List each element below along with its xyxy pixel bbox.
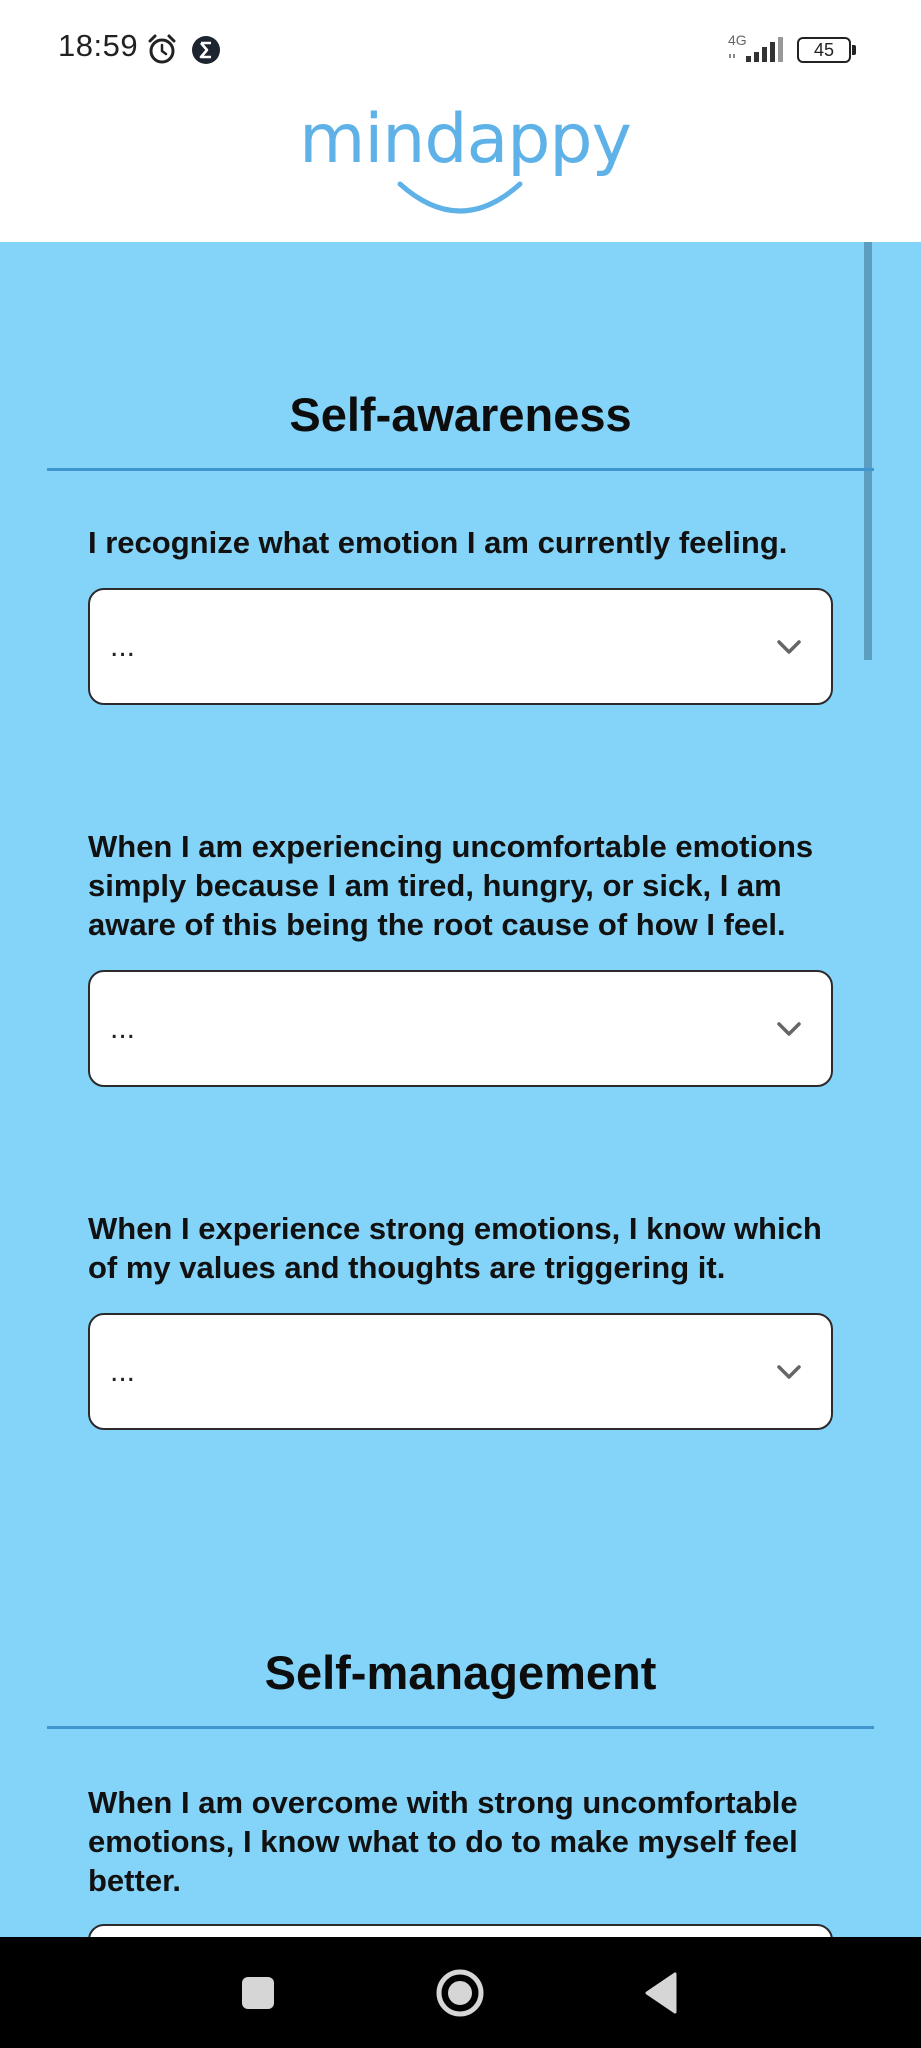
sigma-notification-icon (191, 35, 221, 70)
chevron-down-icon (776, 1020, 802, 1043)
app-logo: mindappy (299, 100, 632, 179)
question-text: When I am experiencing uncomfortable emo… (88, 829, 814, 942)
section-title-self-awareness: Self-awareness (289, 388, 632, 441)
system-nav-bar (0, 1937, 921, 2048)
answer-dropdown[interactable]: ... (88, 588, 833, 705)
questionnaire-content[interactable]: Self-awareness I recognize what emotion … (0, 242, 921, 1937)
answer-dropdown[interactable] (88, 1924, 833, 1937)
chevron-down-icon (776, 638, 802, 661)
recents-square-icon[interactable] (240, 1975, 276, 2016)
battery-icon: 45 (797, 37, 851, 63)
home-circle-icon[interactable] (435, 1968, 485, 2023)
dropdown-value: ... (110, 1355, 136, 1388)
dropdown-value: ... (110, 630, 136, 663)
question-text: I recognize what emotion I am currently … (88, 525, 788, 560)
question-text: When I experience strong emotions, I kno… (88, 1211, 822, 1285)
question-text: When I am overcome with strong uncomfort… (88, 1785, 798, 1898)
back-triangle-icon[interactable] (643, 1971, 679, 2020)
section-divider (47, 468, 874, 471)
answer-dropdown[interactable]: ... (88, 1313, 833, 1430)
app-header: mindappy (0, 100, 921, 242)
chevron-down-icon (776, 1363, 802, 1386)
section-title-self-management: Self-management (264, 1646, 657, 1699)
scrollbar[interactable] (864, 242, 872, 660)
battery-tip (852, 45, 856, 55)
logo-smile-icon (396, 178, 524, 223)
status-bar: 18:59 4G 45 (0, 0, 921, 100)
section-divider (47, 1726, 874, 1729)
signal-icon (728, 34, 788, 69)
answer-dropdown[interactable]: ... (88, 970, 833, 1087)
alarm-icon (146, 33, 178, 70)
dropdown-value: ... (110, 1012, 136, 1045)
status-time: 18:59 (58, 28, 139, 63)
